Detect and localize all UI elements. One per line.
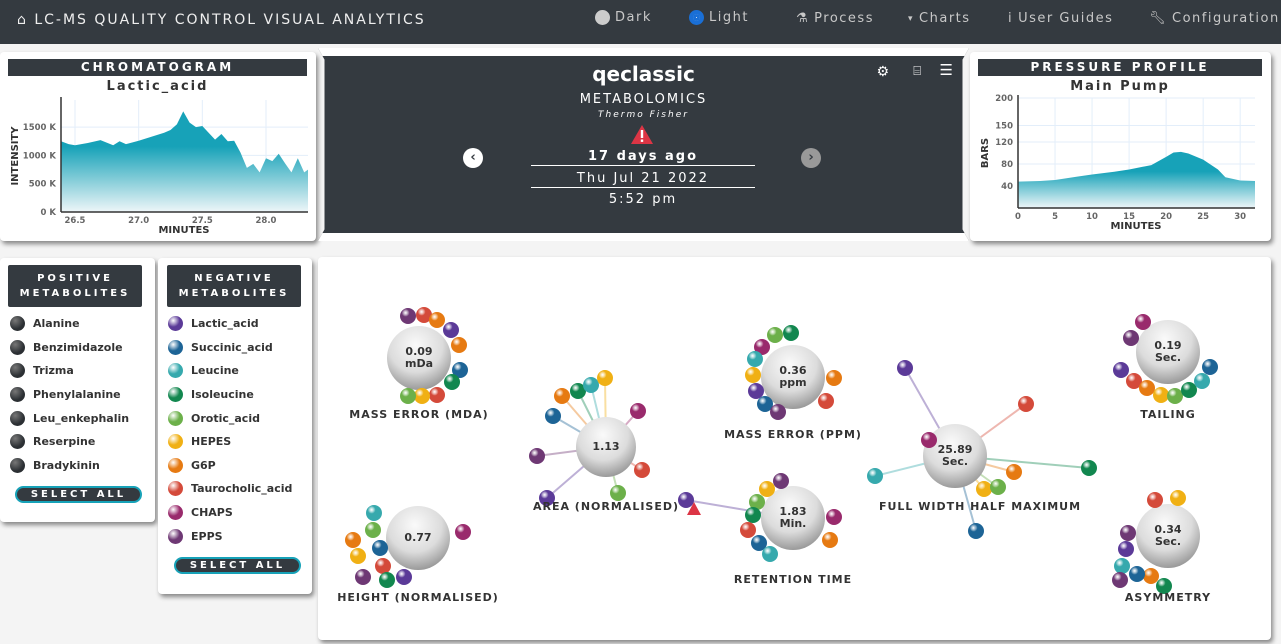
- unit: mDa: [404, 357, 434, 370]
- metabolite-dot[interactable]: [745, 507, 761, 523]
- metric-label: FULL WIDTH HALF MAXIMUM: [878, 500, 1082, 513]
- value: 1.13: [592, 440, 620, 453]
- metabolite-dot[interactable]: [634, 462, 650, 478]
- metabolite-dot[interactable]: [429, 312, 445, 328]
- metabolite-dot[interactable]: [748, 383, 764, 399]
- metabolite-dot[interactable]: [678, 492, 694, 508]
- metabolite-dot[interactable]: [818, 393, 834, 409]
- metabolite-dot[interactable]: [867, 468, 883, 484]
- metabolite-dot[interactable]: [545, 408, 561, 424]
- metabolite-dot[interactable]: [455, 524, 471, 540]
- metabolite-dot[interactable]: [921, 432, 937, 448]
- metabolite-dot[interactable]: [773, 473, 789, 489]
- metric-value: 1.13: [592, 441, 619, 453]
- metabolite-dot[interactable]: [345, 532, 361, 548]
- metric-value: 1.83 Min.: [779, 506, 806, 530]
- metric-label: MASS ERROR (PPM): [724, 428, 862, 441]
- metabolite-dot[interactable]: [1135, 314, 1151, 330]
- metabolite-dot[interactable]: [826, 370, 842, 386]
- unit: Sec.: [1154, 535, 1182, 548]
- metabolite-dot[interactable]: [529, 448, 545, 464]
- metabolite-dot[interactable]: [1147, 492, 1163, 508]
- metabolite-dot[interactable]: [1167, 388, 1183, 404]
- metabolite-dot[interactable]: [1153, 387, 1169, 403]
- metabolite-dot[interactable]: [597, 370, 613, 386]
- metric-value: 0.34 Sec.: [1154, 524, 1181, 548]
- metabolite-dot[interactable]: [443, 322, 459, 338]
- metabolite-dot[interactable]: [826, 509, 842, 525]
- metabolite-dot[interactable]: [1143, 568, 1159, 584]
- metabolite-dot[interactable]: [429, 387, 445, 403]
- metric-label: HEIGHT (NORMALISED): [337, 591, 499, 604]
- metabolite-dot[interactable]: [1123, 330, 1139, 346]
- metabolite-dot[interactable]: [379, 572, 395, 588]
- metabolite-dot[interactable]: [1139, 380, 1155, 396]
- metabolite-dot[interactable]: [400, 388, 416, 404]
- metabolite-dot[interactable]: [783, 325, 799, 341]
- metabolite-dot[interactable]: [990, 479, 1006, 495]
- metabolite-dot[interactable]: [747, 351, 763, 367]
- metric-label: MASS ERROR (MDA): [349, 408, 489, 421]
- metabolite-dot[interactable]: [1170, 490, 1186, 506]
- metric-label: AREA (NORMALISED): [532, 500, 680, 513]
- metabolite-dot[interactable]: [762, 546, 778, 562]
- metabolite-dot[interactable]: [355, 569, 371, 585]
- metabolite-dot[interactable]: [767, 327, 783, 343]
- metric-value: 0.77: [404, 532, 431, 544]
- metric-label: ASYMMETRY: [1124, 591, 1212, 604]
- metabolite-dot[interactable]: [1114, 558, 1130, 574]
- metabolite-dot[interactable]: [897, 360, 913, 376]
- metabolite-dot[interactable]: [630, 403, 646, 419]
- metric-value: 0.09 mDa: [405, 346, 433, 370]
- metabolite-dot[interactable]: [375, 558, 391, 574]
- metric-value: 0.19 Sec.: [1154, 340, 1181, 364]
- unit: Sec.: [941, 455, 969, 468]
- metabolite-dot[interactable]: [1118, 541, 1134, 557]
- metabolite-dot[interactable]: [400, 308, 416, 324]
- metabolite-dot[interactable]: [350, 548, 366, 564]
- metabolite-dot[interactable]: [414, 388, 430, 404]
- metabolite-dot[interactable]: [1120, 525, 1136, 541]
- metabolite-dot[interactable]: [1181, 382, 1197, 398]
- metric-label: TAILING: [1140, 408, 1196, 421]
- metabolite-dot[interactable]: [1006, 464, 1022, 480]
- metabolite-dot[interactable]: [1202, 359, 1218, 375]
- metabolite-dot[interactable]: [1194, 373, 1210, 389]
- metric-value: 25.89 Sec.: [938, 444, 973, 468]
- metabolite-dot[interactable]: [1081, 460, 1097, 476]
- metabolite-dot[interactable]: [451, 337, 467, 353]
- metabolite-dot[interactable]: [1112, 572, 1128, 588]
- metabolite-dot[interactable]: [1113, 362, 1129, 378]
- value: 0.77: [404, 531, 432, 544]
- metabolite-dot[interactable]: [745, 367, 761, 383]
- unit: ppm: [779, 376, 807, 389]
- metabolite-dot[interactable]: [1129, 566, 1145, 582]
- metabolite-dot[interactable]: [759, 481, 775, 497]
- metabolite-dot[interactable]: [366, 505, 382, 521]
- metabolite-dot[interactable]: [1018, 396, 1034, 412]
- metabolite-dot[interactable]: [372, 540, 388, 556]
- metabolite-dot[interactable]: [822, 532, 838, 548]
- metabolite-dot[interactable]: [610, 485, 626, 501]
- metric-label: RETENTION TIME: [733, 573, 853, 586]
- metabolite-dot[interactable]: [365, 522, 381, 538]
- metabolite-dot[interactable]: [554, 388, 570, 404]
- metabolite-dot[interactable]: [976, 481, 992, 497]
- metabolite-dot[interactable]: [396, 569, 412, 585]
- metabolite-dot[interactable]: [740, 522, 756, 538]
- metabolite-dot[interactable]: [770, 404, 786, 420]
- unit: Min.: [779, 517, 807, 530]
- metabolite-dot[interactable]: [583, 377, 599, 393]
- unit: Sec.: [1154, 351, 1182, 364]
- metabolite-dot[interactable]: [968, 523, 984, 539]
- metric-value: 0.36 ppm: [779, 365, 806, 389]
- metabolite-dot[interactable]: [444, 374, 460, 390]
- metrics-bubble-chart: [345, 307, 1218, 594]
